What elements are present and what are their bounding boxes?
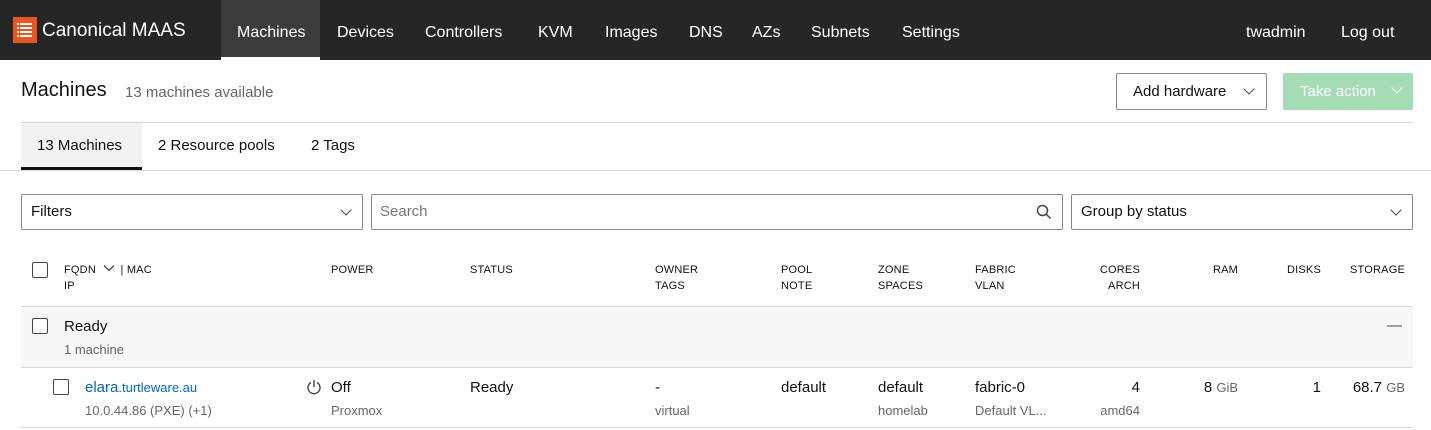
- filters-dropdown[interactable]: Filters: [21, 194, 363, 230]
- machines-available-count: 13 machines available: [125, 84, 274, 101]
- column-arch-label[interactable]: ARCH: [1080, 278, 1140, 294]
- nav-item-machines[interactable]: Machines: [221, 0, 320, 60]
- machine-power-state[interactable]: Off: [331, 379, 351, 396]
- search-input[interactable]: [380, 195, 980, 229]
- chevron-down-icon: [1243, 83, 1255, 95]
- nav-user[interactable]: twadmin: [1246, 0, 1306, 60]
- filters-label: Filters: [31, 203, 72, 220]
- machine-spaces: homelab: [878, 403, 928, 418]
- sort-chevron-down-icon[interactable]: [103, 264, 115, 272]
- group-count: 1 machine: [64, 342, 124, 357]
- logout-link[interactable]: Log out: [1341, 0, 1394, 60]
- column-ip-label[interactable]: IP: [64, 278, 75, 294]
- nav-item-azs[interactable]: AZs: [752, 0, 780, 60]
- machine-ram-unit: GiB: [1216, 380, 1238, 395]
- column-note-label[interactable]: NOTE: [781, 278, 812, 294]
- top-navbar: Canonical MAAS Machines Devices Controll…: [0, 0, 1431, 60]
- chevron-down-icon: [340, 204, 352, 216]
- column-ram-label[interactable]: RAM: [1180, 262, 1238, 278]
- machine-power-type: Proxmox: [331, 403, 383, 418]
- chevron-down-icon: [1391, 82, 1403, 94]
- machine-cores: 4: [1131, 379, 1140, 396]
- column-storage-label[interactable]: STORAGE: [1330, 262, 1405, 278]
- search-field[interactable]: [371, 194, 1063, 230]
- column-status-label[interactable]: STATUS: [470, 262, 513, 278]
- column-owner-label[interactable]: OWNER: [655, 262, 698, 278]
- machine-zone: default: [878, 379, 924, 396]
- column-fabric-label[interactable]: FABRIC: [975, 262, 1016, 278]
- add-hardware-button[interactable]: Add hardware: [1116, 73, 1267, 110]
- column-cores-label[interactable]: CORES: [1080, 262, 1140, 278]
- column-disks-label[interactable]: DISKS: [1270, 262, 1321, 278]
- nav-item-kvm[interactable]: KVM: [538, 0, 573, 60]
- select-all-checkbox[interactable]: [32, 262, 48, 278]
- machine-ram-value: 8: [1203, 379, 1213, 396]
- tabs-divider: [0, 170, 1431, 171]
- group-by-select[interactable]: Group by status: [1071, 194, 1413, 230]
- machine-select-checkbox[interactable]: [53, 379, 69, 395]
- machine-fqdn-link[interactable]: elara.turtleware.au: [85, 379, 197, 396]
- column-tags-label[interactable]: TAGS: [655, 278, 685, 294]
- machine-domain[interactable]: .turtleware.au: [118, 380, 197, 395]
- group-row-divider: [21, 367, 1413, 368]
- machine-fabric: fabric-0: [975, 379, 1026, 396]
- column-pool-label[interactable]: POOL: [781, 262, 812, 278]
- machine-owner: -: [655, 379, 660, 396]
- nav-item-subnets[interactable]: Subnets: [811, 0, 870, 60]
- machine-storage: 68.7 GB: [1320, 379, 1405, 396]
- machine-vlan: Default VL...: [975, 403, 1047, 418]
- column-header-fqdn[interactable]: FQDN | MAC: [64, 262, 152, 278]
- machine-ip: 10.0.44.86 (PXE) (+1): [85, 403, 212, 418]
- column-spaces-label[interactable]: SPACES: [878, 278, 923, 294]
- machine-storage-unit: GB: [1386, 380, 1405, 395]
- group-collapse-button[interactable]: —: [1387, 317, 1402, 334]
- page-title: Machines: [21, 79, 107, 101]
- machine-tags: virtual: [655, 403, 690, 418]
- power-icon: [307, 380, 321, 395]
- machine-ram: 8 GiB: [1160, 379, 1238, 396]
- column-fqdn-label[interactable]: FQDN: [64, 264, 96, 276]
- machine-status: Ready: [470, 379, 514, 396]
- chevron-down-icon: [1390, 204, 1402, 216]
- machine-row-divider: [21, 427, 1413, 428]
- column-vlan-label[interactable]: VLAN: [975, 278, 1005, 294]
- column-power-label[interactable]: POWER: [331, 262, 374, 278]
- machine-storage-value: 68.7: [1352, 379, 1383, 396]
- group-name: Ready: [64, 318, 108, 335]
- column-zone-label[interactable]: ZONE: [878, 262, 909, 278]
- take-action-label: Take action: [1300, 83, 1376, 100]
- group-select-checkbox[interactable]: [32, 318, 48, 334]
- search-icon: [1036, 204, 1052, 220]
- nav-item-settings[interactable]: Settings: [902, 0, 960, 60]
- column-mac-label[interactable]: | MAC: [121, 264, 152, 276]
- nav-item-dns[interactable]: DNS: [689, 0, 723, 60]
- tab-machines[interactable]: 13 Machines: [21, 123, 142, 170]
- group-by-label: Group by status: [1081, 203, 1187, 220]
- take-action-button[interactable]: Take action: [1283, 73, 1413, 110]
- nav-item-images[interactable]: Images: [605, 0, 657, 60]
- machine-arch: amd64: [1100, 403, 1140, 418]
- tab-tags[interactable]: 2 Tags: [311, 123, 355, 170]
- machine-disks: 1: [1312, 379, 1321, 396]
- brand-name[interactable]: Canonical MAAS: [42, 20, 186, 42]
- machine-pool: default: [781, 379, 827, 396]
- maas-logo-icon[interactable]: [13, 17, 37, 43]
- machine-hostname[interactable]: elara: [85, 379, 118, 396]
- tab-resource-pools[interactable]: 2 Resource pools: [158, 123, 275, 170]
- nav-item-controllers[interactable]: Controllers: [425, 0, 502, 60]
- add-hardware-label: Add hardware: [1133, 83, 1227, 100]
- nav-item-devices[interactable]: Devices: [337, 0, 394, 60]
- group-row-ready: [21, 307, 1413, 367]
